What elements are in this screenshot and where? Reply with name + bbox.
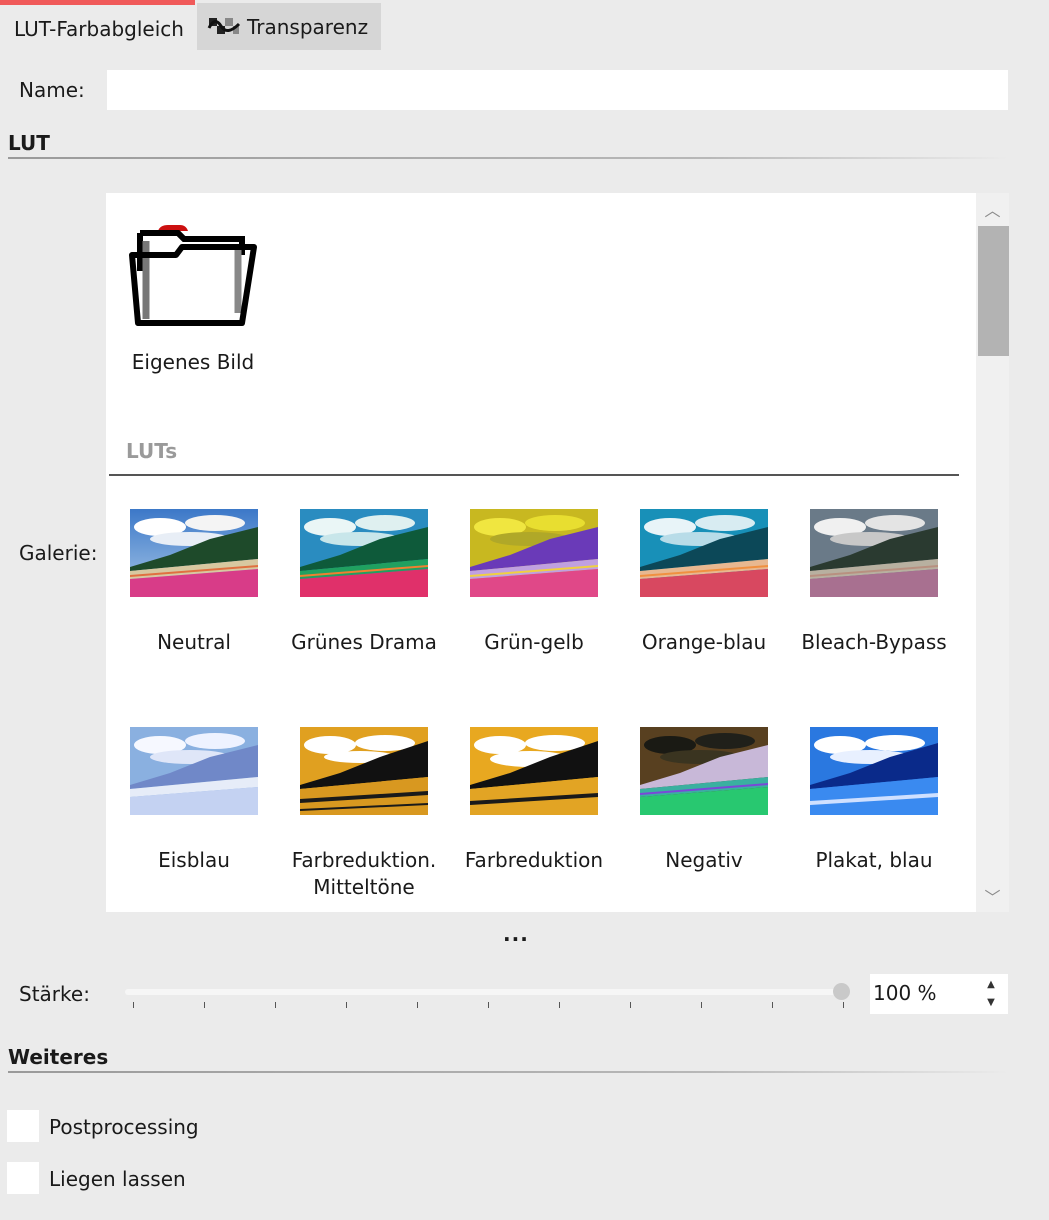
lut-item-label: Plakat, blau [815,848,933,872]
lut-item-label: Negativ [665,848,743,872]
section-divider [8,157,1008,159]
custom-image-item[interactable]: Eigenes Bild [106,193,280,393]
lut-thumbnail [470,509,598,597]
strength-slider-handle[interactable] [833,983,850,1000]
tab-label: Transparenz [247,14,369,39]
lut-item-gruen-gelb[interactable]: Grün-gelb [449,509,619,679]
lut-item-bleach-bypass[interactable]: Bleach-Bypass [789,509,959,679]
section-title-lut: LUT [8,131,50,155]
lut-item-eisblau[interactable]: Eisblau [109,727,279,907]
tab-lut-farbabgleich[interactable]: LUT-Farbabgleich [0,0,195,50]
luts-divider [109,474,959,476]
lut-item-label: Farbreduktion. Mitteltöne [291,848,437,899]
transparency-icon [207,17,241,34]
lut-thumbnail [470,727,598,815]
liegen-lassen-checkbox[interactable] [7,1162,39,1194]
gallery-scrollbar[interactable]: ︿ ﹀ [976,193,1009,912]
section-divider [8,1071,1008,1073]
custom-image-label: Eigenes Bild [131,350,255,374]
name-input[interactable] [107,70,1008,110]
lut-item-label: Farbreduktion [464,848,604,872]
tab-bar: LUT-Farbabgleich Transparenz [0,0,1049,50]
scroll-thumb[interactable] [978,226,1009,356]
lut-item-farbreduktion-mitteltoene[interactable]: Farbreduktion. Mitteltöne [279,727,449,907]
scroll-down-icon[interactable]: ﹀ [976,880,1009,912]
name-label: Name: [19,78,85,102]
lut-item-neutral[interactable]: Neutral [109,509,279,679]
lut-thumbnail [640,727,768,815]
lut-thumbnail [130,509,258,597]
lut-item-label: Grün-gelb [484,630,584,654]
tab-transparenz[interactable]: Transparenz [197,3,381,50]
tab-label: LUT-Farbabgleich [14,16,184,41]
lut-thumbnail [810,727,938,815]
strength-spinbox[interactable]: 100 % ▲ ▼ [870,974,1008,1014]
lut-item-gruenes-drama[interactable]: Grünes Drama [279,509,449,679]
section-title-weiteres: Weiteres [8,1045,109,1069]
luts-group-header: LUTs [126,439,178,463]
lut-item-label: Orange-blau [641,630,767,654]
lut-thumbnail [300,727,428,815]
lut-item-label: Bleach-Bypass [801,630,947,654]
strength-label: Stärke: [19,982,90,1006]
strength-slider-track[interactable] [125,989,842,995]
lut-gallery[interactable]: Eigenes Bild LUTs Neutral Grünes Drama G… [106,193,1009,912]
lut-thumbnail [130,727,258,815]
lut-item-label: Grünes Drama [291,630,437,654]
lut-thumbnail [300,509,428,597]
lut-item-plakat-blau[interactable]: Plakat, blau [789,727,959,907]
spin-up-icon[interactable]: ▲ [984,978,998,990]
more-options-button[interactable]: ... [503,922,529,946]
lut-thumbnail [810,509,938,597]
scroll-up-icon[interactable]: ︿ [976,193,1009,225]
lut-thumbnail [640,509,768,597]
gallery-label: Galerie: [19,541,98,565]
lut-item-farbreduktion[interactable]: Farbreduktion [449,727,619,907]
lut-item-label: Eisblau [158,848,230,872]
liegen-lassen-label[interactable]: Liegen lassen [49,1167,186,1191]
strength-value[interactable]: 100 % [873,981,937,1005]
postprocessing-checkbox[interactable] [7,1110,39,1142]
postprocessing-label[interactable]: Postprocessing [49,1115,199,1139]
spin-down-icon[interactable]: ▼ [984,996,998,1008]
lut-item-label: Neutral [157,630,231,654]
folder-icon [129,225,257,326]
lut-item-negativ[interactable]: Negativ [619,727,789,907]
lut-item-orange-blau[interactable]: Orange-blau [619,509,789,679]
